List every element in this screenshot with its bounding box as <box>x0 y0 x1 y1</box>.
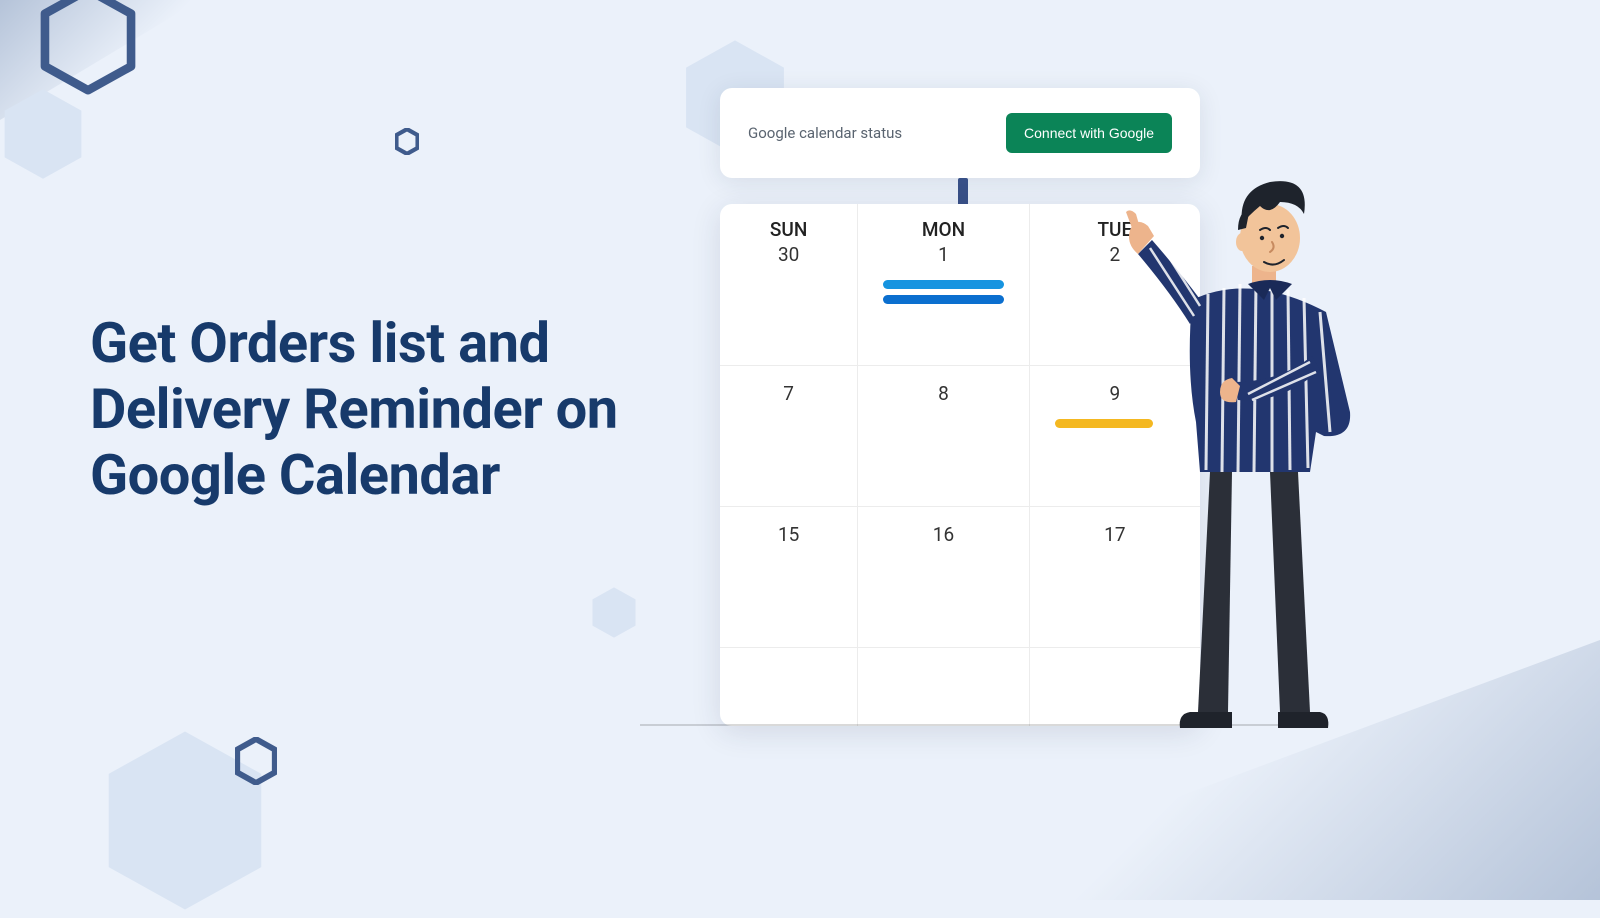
calendar-cell <box>720 648 858 726</box>
day-number: 30 <box>778 243 799 266</box>
calendar-cell <box>858 648 1029 726</box>
hexagon-icon <box>590 585 638 640</box>
hexagon-icon <box>0 85 86 183</box>
day-number: 15 <box>778 523 799 546</box>
calendar-cell: MON 1 <box>858 204 1029 366</box>
connect-google-button[interactable]: Connect with Google <box>1006 113 1172 153</box>
calendar-cell: 16 <box>858 507 1029 648</box>
day-number: 16 <box>933 523 954 546</box>
calendar-cell: 8 <box>858 366 1029 507</box>
hexagon-icon <box>395 128 419 155</box>
day-number: 1 <box>938 243 949 266</box>
day-number: 7 <box>783 382 794 405</box>
calendar-cell: 7 <box>720 366 858 507</box>
calendar-cell: SUN 30 <box>720 204 858 366</box>
hexagon-icon <box>235 737 277 785</box>
person-illustration <box>1120 172 1380 732</box>
event-bar <box>883 295 1003 304</box>
day-name: SUN <box>770 218 807 241</box>
day-name: MON <box>922 218 965 241</box>
hexagon-icon <box>40 0 136 95</box>
day-number: 8 <box>938 382 949 405</box>
day-number: 2 <box>1109 243 1120 266</box>
google-status-card: Google calendar status Connect with Goog… <box>720 88 1200 178</box>
day-number: 9 <box>1109 382 1120 405</box>
event-bar <box>883 280 1003 289</box>
page-headline: Get Orders list and Delivery Reminder on… <box>90 310 710 508</box>
calendar-cell: 15 <box>720 507 858 648</box>
google-status-label: Google calendar status <box>748 124 902 142</box>
